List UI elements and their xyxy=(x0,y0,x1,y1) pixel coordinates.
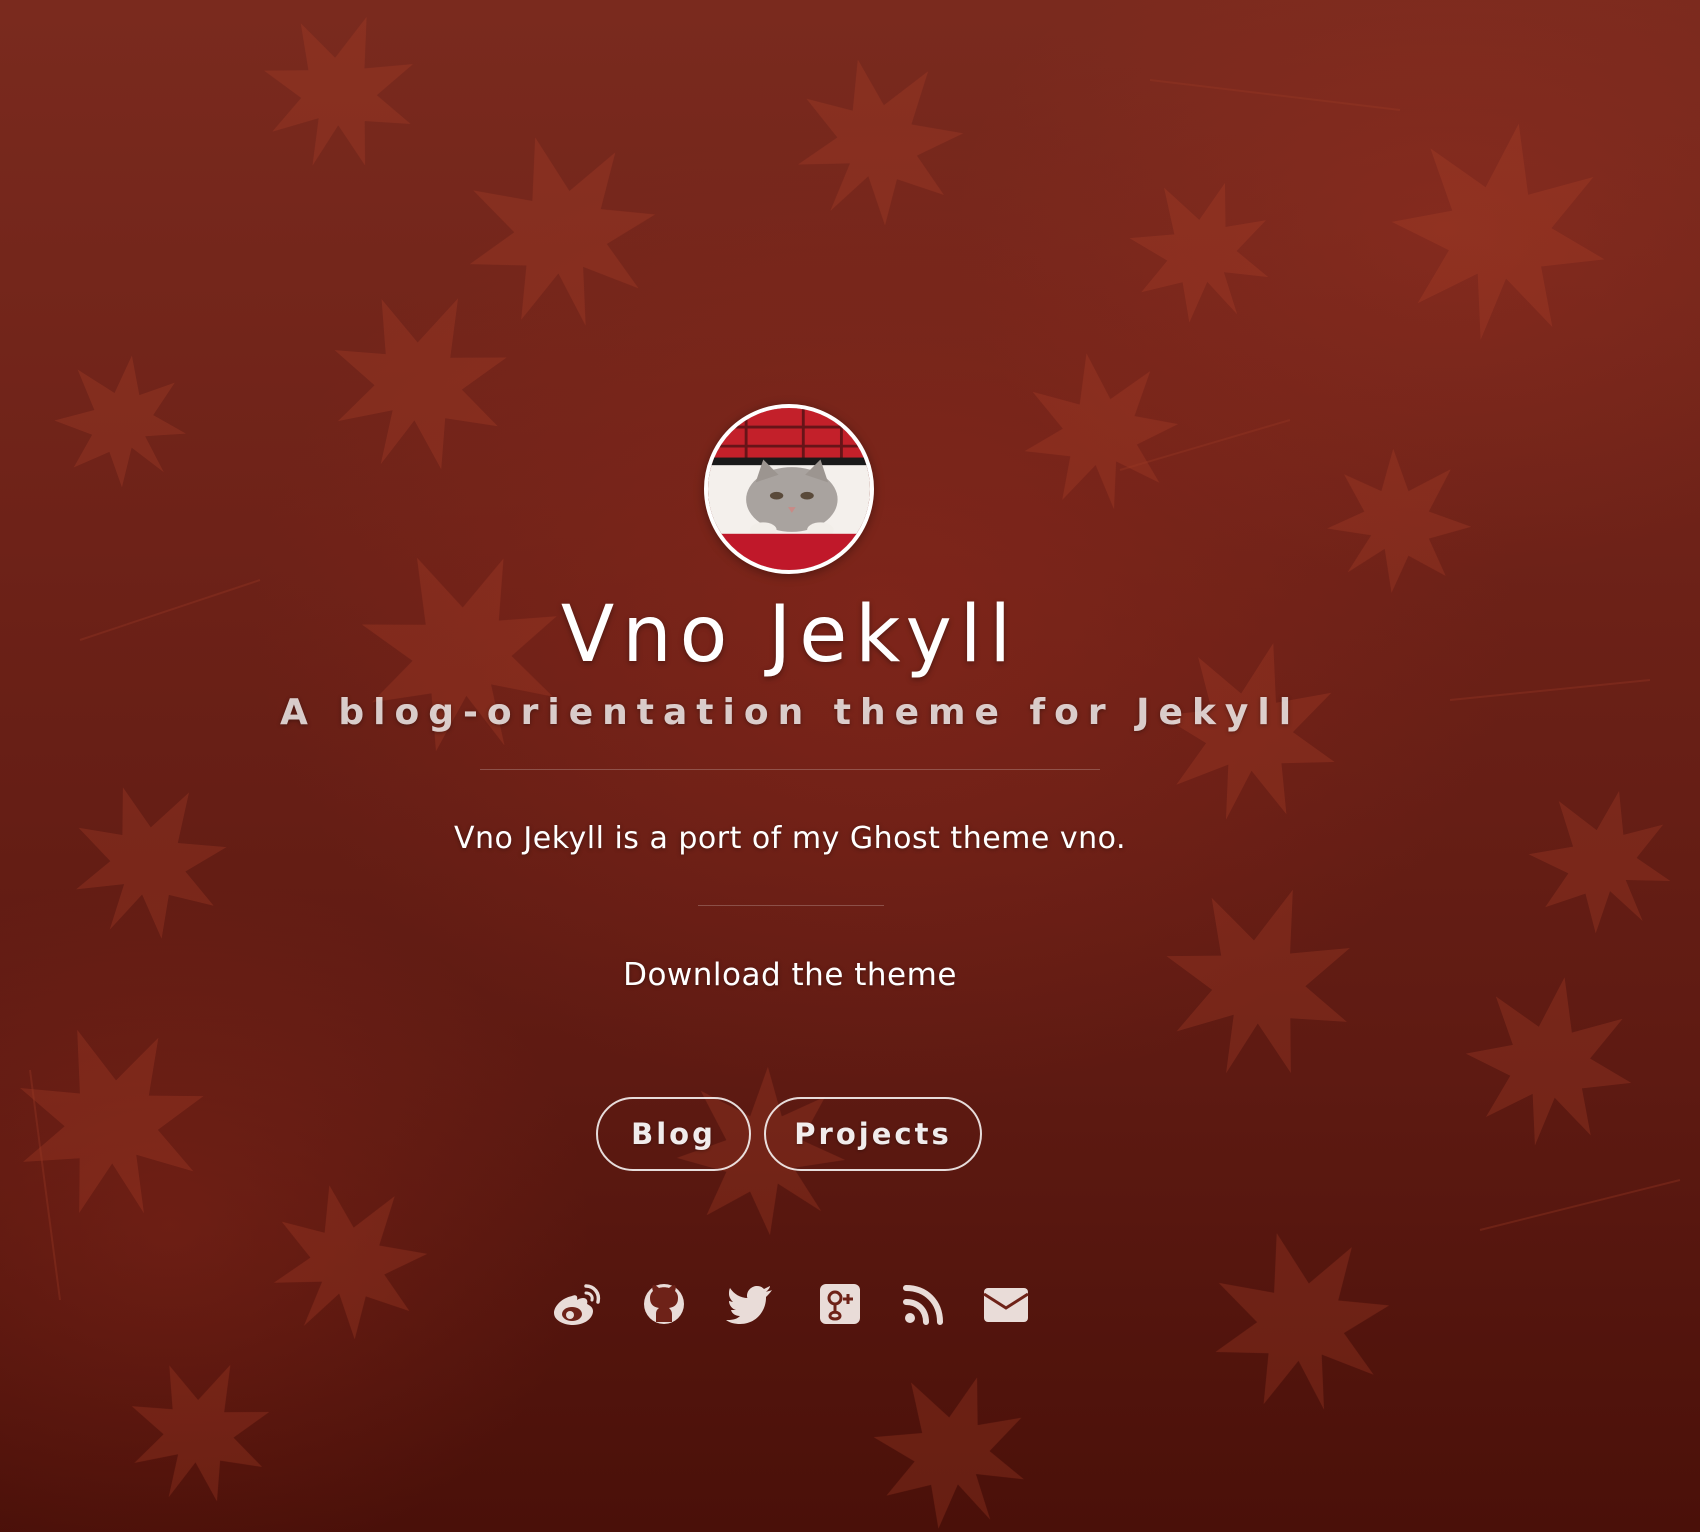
site-title: Vno Jekyll xyxy=(560,590,1020,680)
twitter-icon[interactable] xyxy=(726,1278,778,1330)
blog-button[interactable]: Blog xyxy=(596,1097,751,1171)
google-plus-icon[interactable] xyxy=(814,1278,866,1330)
avatar[interactable] xyxy=(704,404,874,574)
github-icon[interactable] xyxy=(638,1278,690,1330)
download-theme-link[interactable]: Download the theme xyxy=(0,954,1580,996)
projects-button[interactable]: Projects xyxy=(764,1097,982,1171)
email-icon[interactable] xyxy=(980,1278,1032,1330)
rss-icon[interactable] xyxy=(898,1278,950,1330)
site-subtitle: A blog-orientation theme for Jekyll xyxy=(279,692,1301,733)
site-description: Vno Jekyll is a port of my Ghost theme v… xyxy=(453,821,1127,856)
hero-section: Vno Jekyll A blog-orientation theme for … xyxy=(0,0,1700,1532)
divider xyxy=(480,769,1100,770)
social-links xyxy=(540,1278,1040,1330)
weibo-icon[interactable] xyxy=(550,1278,602,1330)
divider xyxy=(698,905,884,906)
